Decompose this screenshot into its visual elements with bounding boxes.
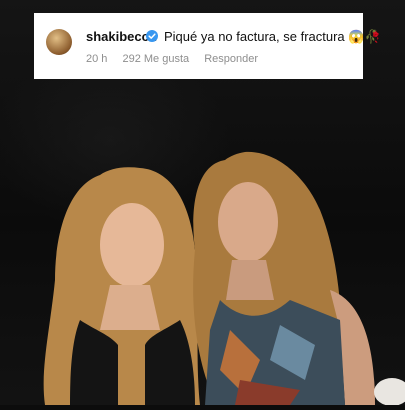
verified-badge-icon: [146, 30, 158, 42]
comment-text: Piqué ya no factura, se fractura 😱🥀: [164, 29, 381, 44]
avatar[interactable]: [46, 29, 72, 55]
comment-meta-row: 20 h 292 Me gusta Responder: [86, 53, 270, 65]
reply-button[interactable]: Responder: [204, 53, 258, 65]
comment-likes[interactable]: 292 Me gusta: [122, 53, 189, 65]
comment-time: 20 h: [86, 53, 108, 65]
comment-card: shakibecca Piqué ya no factura, se fract…: [34, 13, 381, 79]
